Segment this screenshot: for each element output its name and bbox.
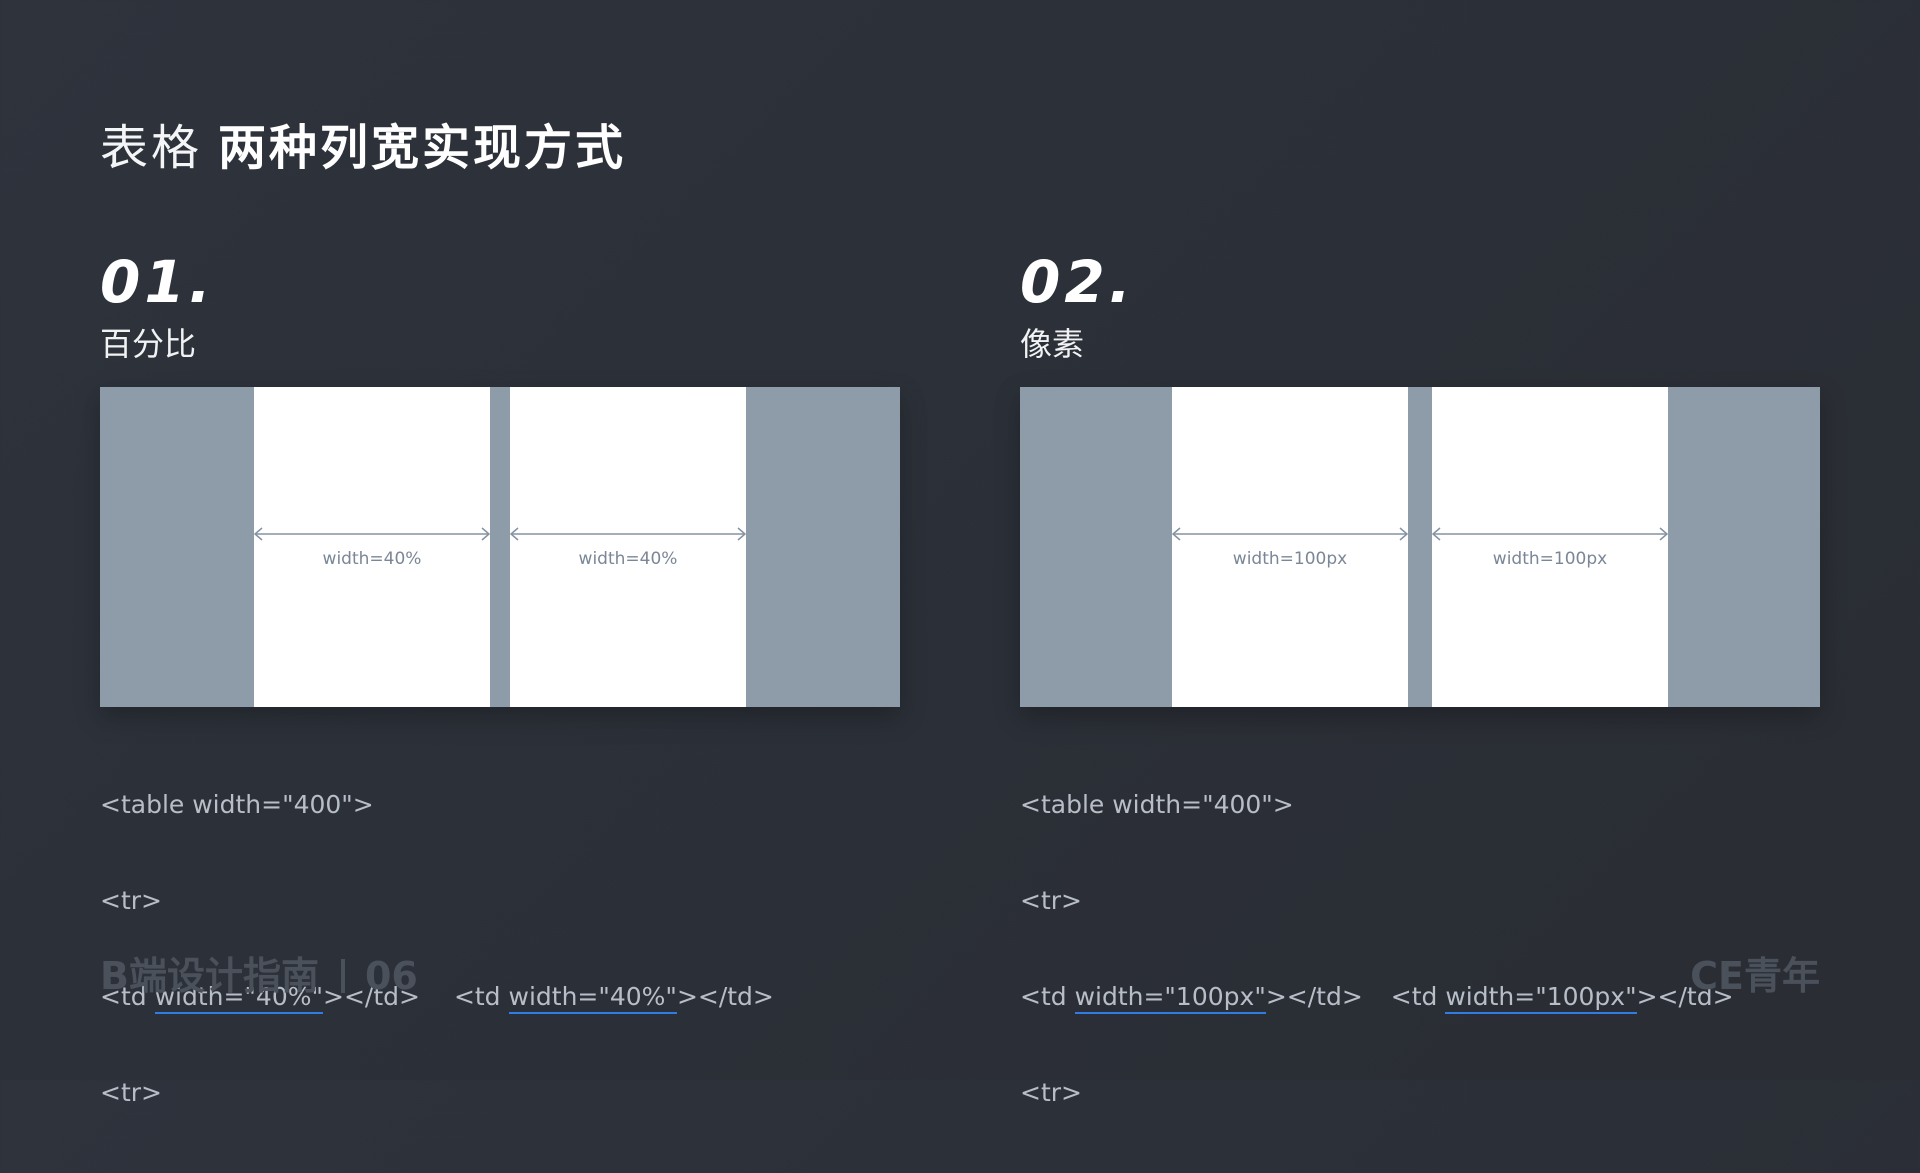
double-arrow-icon [254, 527, 490, 541]
title-bold: 两种列宽实现方式 [218, 120, 627, 176]
section-subtitle: 像素 [1020, 325, 1085, 363]
code-line: <tr> [100, 886, 162, 915]
table-cell: width=40% [254, 387, 490, 707]
code-width-attr: width="40%" [508, 982, 677, 1014]
page-title: 表格 两种列宽实现方式 [100, 118, 626, 178]
cell-width-label: width=100px [1232, 549, 1348, 569]
footer-divider [340, 959, 345, 993]
code-line: <table width="400"> [100, 790, 374, 819]
code-token: <td [1020, 982, 1075, 1011]
code-token: <td [453, 982, 509, 1011]
table-cell: width=40% [510, 387, 746, 707]
cell-width-label: width=100px [1492, 549, 1608, 569]
code-snippet: <table width="400"> <tr> <td width="40%"… [100, 725, 774, 1173]
section-pixels: 02. 像素 width=100px width=100px <table wi… [1020, 248, 1820, 1107]
section-number: 02. [1020, 248, 1135, 316]
double-arrow-icon [1172, 527, 1408, 541]
code-width-attr: width="100px" [1445, 982, 1637, 1014]
code-line: <tr> [100, 1078, 162, 1107]
code-line-td: <td width="100px"></td> <td width="100px"… [1020, 981, 1734, 1014]
code-line: <tr> [1020, 1078, 1082, 1107]
code-width-attr: width="100px" [1074, 982, 1266, 1014]
footer-guide: B端设计指南 06 [100, 952, 418, 1000]
code-token: ></td> [1265, 982, 1363, 1011]
code-snippet: <table width="400"> <tr> <td width="100p… [1020, 725, 1734, 1173]
table-cell: width=100px [1172, 387, 1408, 707]
cell-width-label: width=40% [322, 549, 422, 569]
section-percentage: 01. 百分比 width=40% width=40% <table width… [100, 248, 900, 1107]
footer-guide-title: B端设计指南 [100, 954, 319, 998]
footer-brand: CE青年 [1690, 954, 1820, 998]
code-line: <table width="400"> [1020, 790, 1294, 819]
code-token: ></td> [676, 982, 774, 1011]
table-cell: width=100px [1432, 387, 1668, 707]
footer-page-number: 06 [364, 954, 418, 998]
code-line: <tr> [1020, 886, 1082, 915]
section-number: 01. [100, 248, 215, 316]
code-token: <td [1390, 982, 1446, 1011]
section-subtitle: 百分比 [100, 325, 197, 363]
table-diagram: width=100px width=100px [1020, 387, 1820, 707]
double-arrow-icon [510, 527, 746, 541]
table-diagram: width=40% width=40% [100, 387, 900, 707]
double-arrow-icon [1432, 527, 1668, 541]
cell-width-label: width=40% [578, 549, 678, 569]
title-light: 表格 [100, 120, 203, 176]
